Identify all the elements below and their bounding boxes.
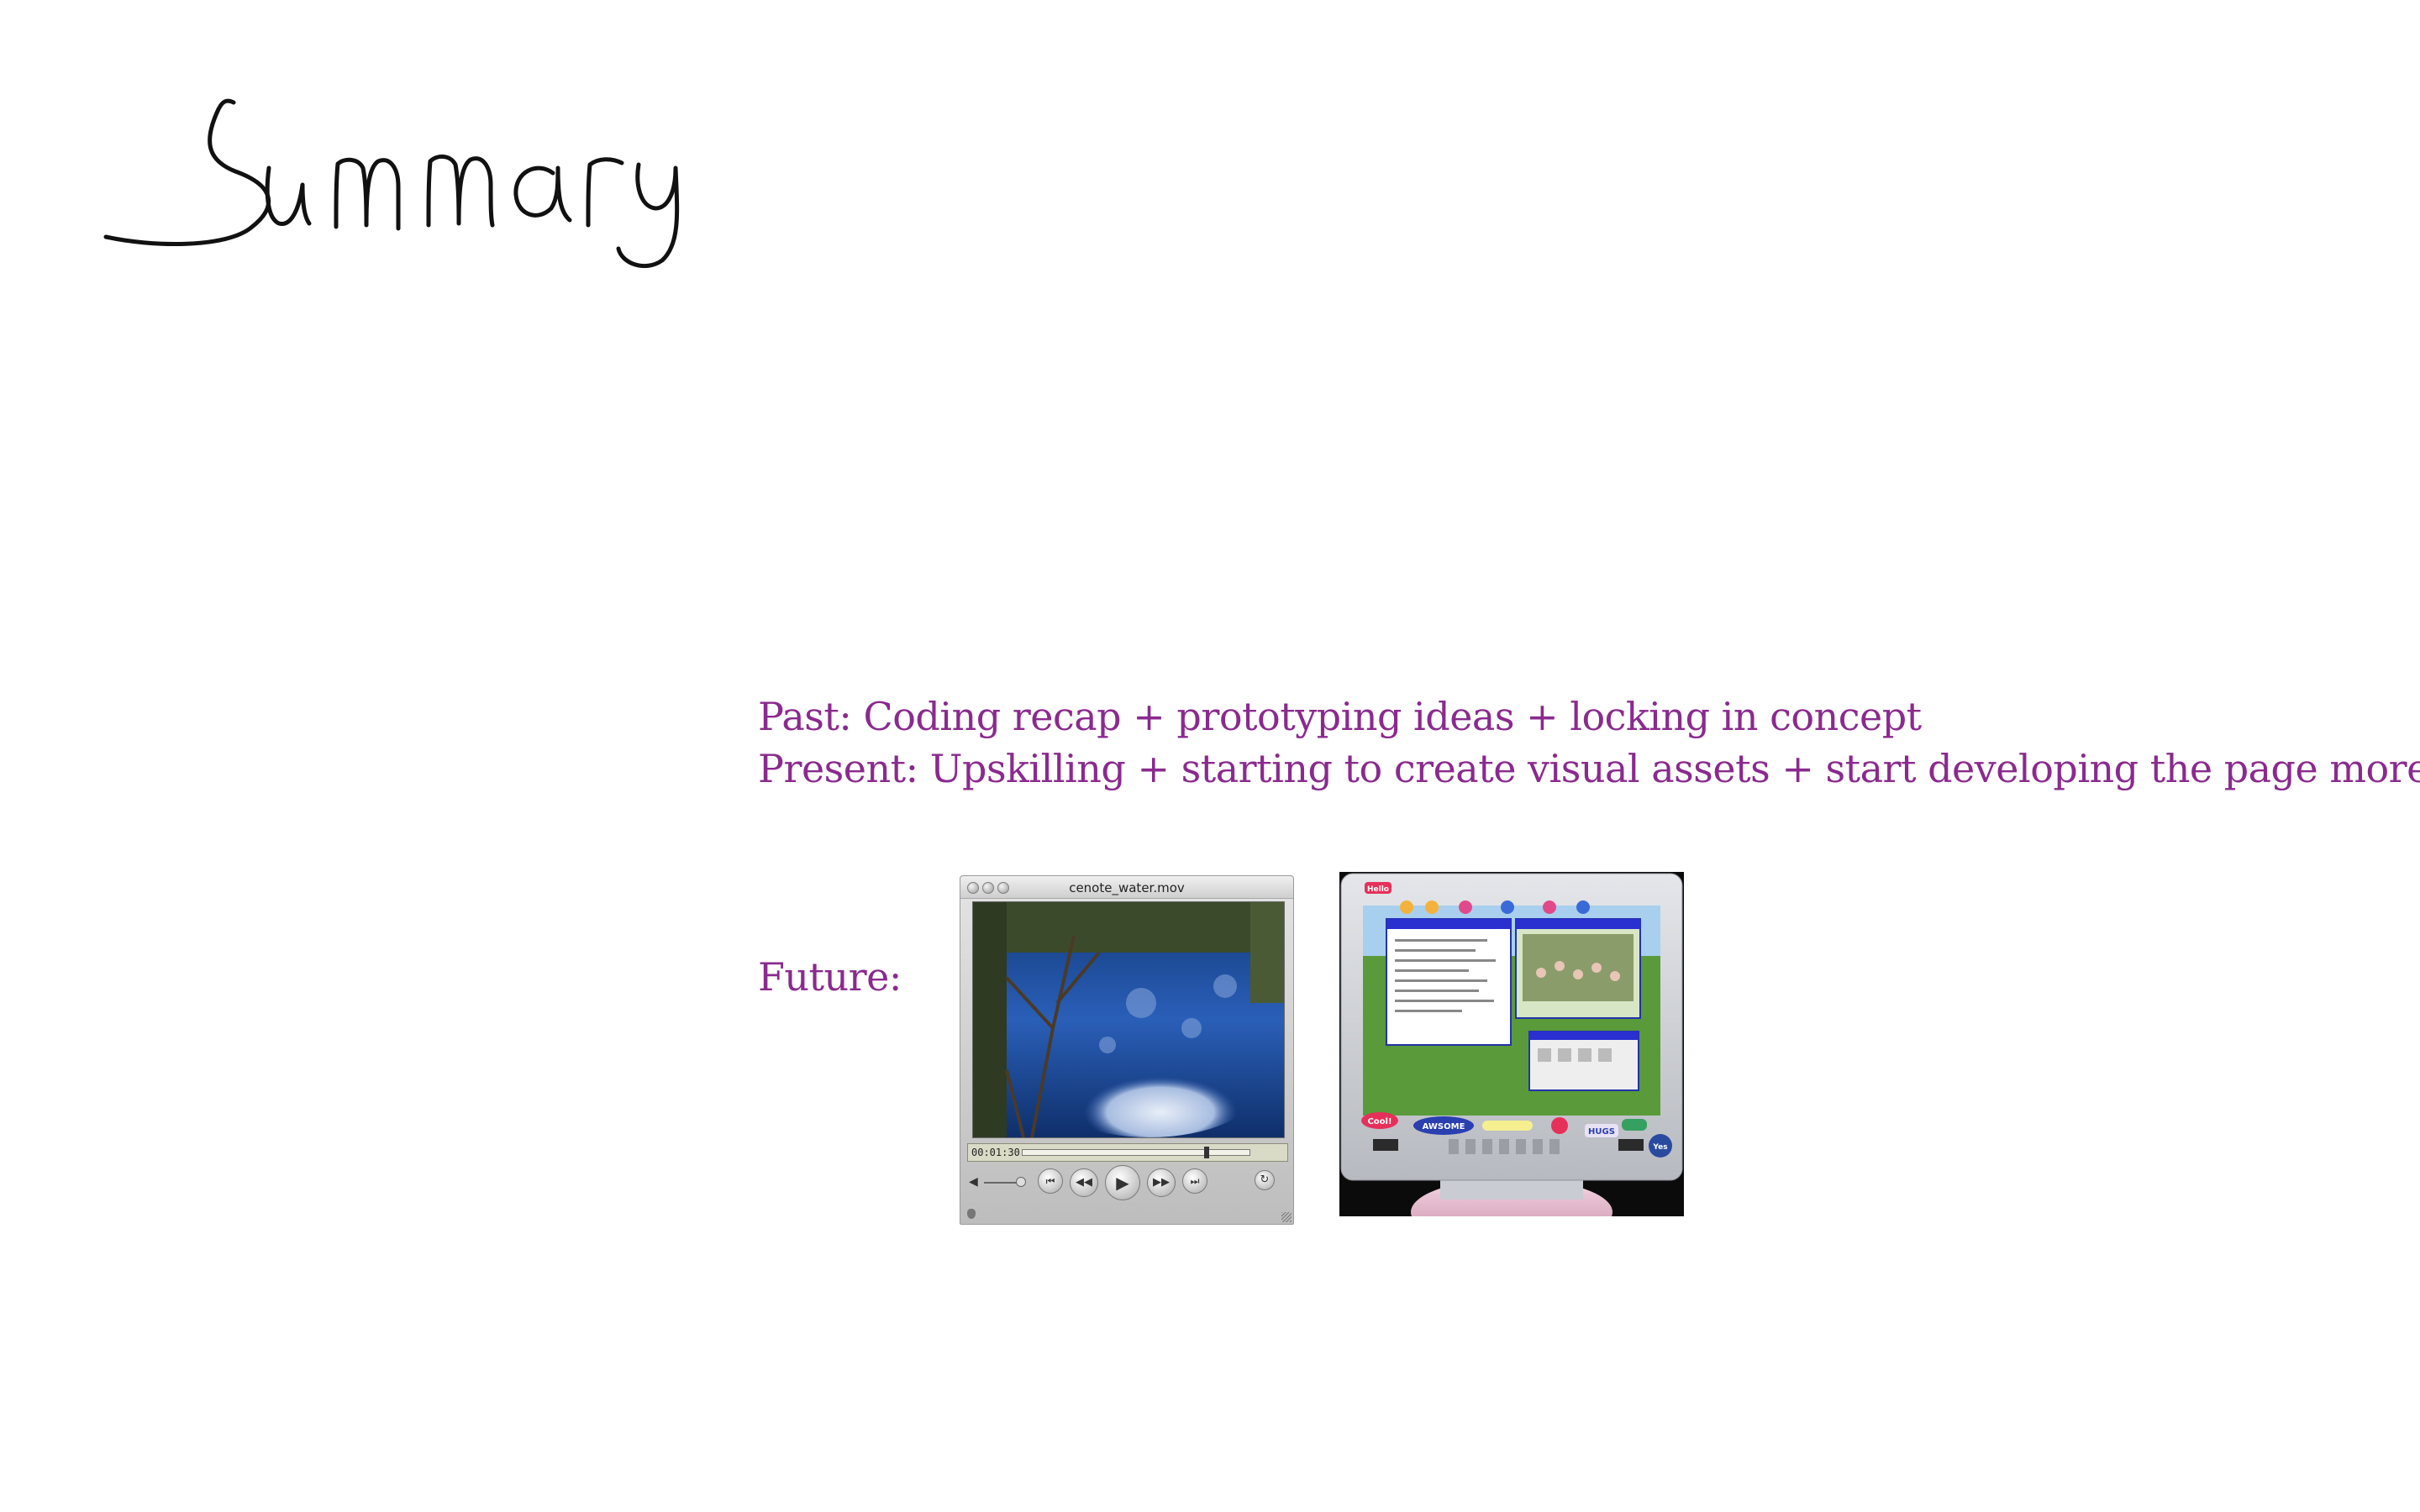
fast-forward-icon: ▶▶ <box>1147 1168 1176 1197</box>
apple-logo-icon <box>967 1209 976 1219</box>
slide-title-handwriting <box>103 98 680 269</box>
skip-end-icon: ⏭ <box>1182 1168 1207 1194</box>
retro-monitor-mockup: Hello Cool! AWSOME HUGS Yes <box>1339 872 1684 1216</box>
video-frame-cenote <box>972 901 1285 1138</box>
sticker-yes: Yes <box>1652 1143 1667 1152</box>
future-label: Future: <box>758 954 902 1000</box>
skip-start-icon: ⏮ <box>1038 1168 1063 1194</box>
sticker-awsome: AWSOME <box>1423 1122 1465 1131</box>
sticker-hugs: HUGS <box>1588 1127 1615 1137</box>
sticker-hello: Hello <box>1367 885 1389 894</box>
present-summary-text: Present: Upskilling + starting to create… <box>758 746 2420 791</box>
video-player-mockup: cenote_water.mov 00:01:30 ◀ ⏮ ◀◀ ▶ ▶▶ ⏭ … <box>960 875 1294 1225</box>
rewind-icon: ◀◀ <box>1070 1168 1098 1197</box>
player-titlebar: cenote_water.mov <box>960 876 1293 899</box>
volume-slider <box>984 1182 1018 1184</box>
volume-icon: ◀ <box>969 1175 978 1189</box>
past-summary-text: Past: Coding recap + prototyping ideas +… <box>758 694 1922 739</box>
timeline-bar: 00:01:30 <box>967 1143 1288 1162</box>
sticker-cool: Cool! <box>1367 1117 1392 1126</box>
scrubber-handle <box>1204 1147 1209 1158</box>
resize-grip-icon <box>1281 1212 1292 1222</box>
slide: Past: Coding recap + prototyping ideas +… <box>0 0 2420 1512</box>
volume-knob <box>1016 1177 1026 1187</box>
play-icon: ▶ <box>1105 1165 1140 1200</box>
loop-icon: ↻ <box>1255 1170 1275 1190</box>
timecode-display: 00:01:30 <box>971 1147 1020 1158</box>
video-filename: cenote_water.mov <box>1069 880 1185 895</box>
scrubber-track <box>1022 1147 1250 1158</box>
